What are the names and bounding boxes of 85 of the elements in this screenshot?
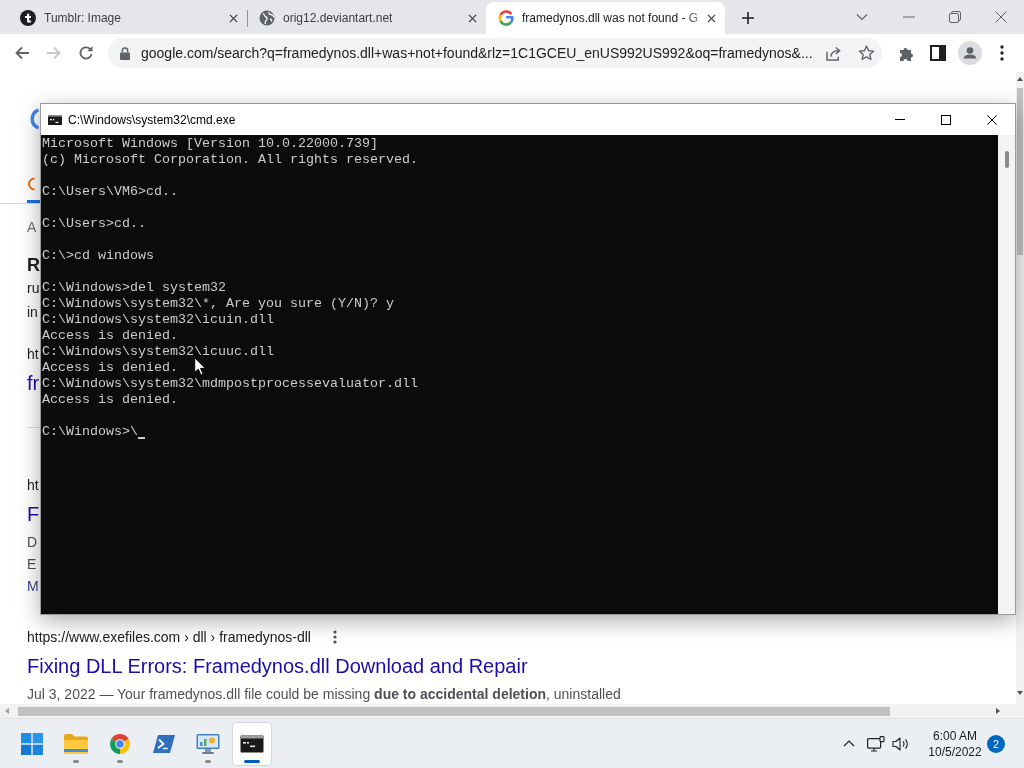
arc-icon — [27, 177, 35, 191]
console-line: Access is denied. — [42, 392, 178, 408]
lock-icon — [120, 46, 130, 60]
result-url: ht — [27, 476, 39, 495]
scrollbar-thumb[interactable] — [18, 706, 890, 716]
start-icon — [21, 732, 43, 755]
console-icon — [240, 734, 264, 753]
console-line: C:\Windows\system32\mdmpostprocessevaluator.dll — [42, 376, 418, 392]
result-title-link[interactable]: fr — [27, 370, 40, 396]
scrollbar[interactable] — [1016, 72, 1024, 704]
result-url: ht — [27, 345, 39, 364]
plus-icon — [741, 11, 755, 25]
star-icon — [857, 45, 875, 61]
more-icon[interactable] — [333, 630, 337, 644]
scrollbar-thumb[interactable] — [1004, 151, 1009, 168]
result-url: https://www.exefiles.com › dll › framedynos-dll — [27, 628, 311, 647]
avatar-icon — [958, 41, 982, 65]
arrow-right-icon[interactable] — [995, 707, 1001, 715]
browser-tab[interactable]: Tumblr: Image — [8, 2, 247, 34]
result-link[interactable]: M — [27, 575, 39, 597]
console-line: C:\Users>cd.. — [42, 216, 146, 232]
close-icon — [467, 13, 477, 23]
console-line: C:\Windows\system32\icuuc.dll — [42, 344, 274, 360]
result-stats: A — [27, 218, 37, 236]
close-icon — [995, 11, 1007, 23]
console-line: C:\Users\VM6>cd.. — [42, 184, 178, 200]
window-title: C:\Windows\system32\cmd.exe — [68, 112, 236, 127]
browser-icon — [109, 732, 131, 755]
related-item[interactable]: ru — [27, 276, 40, 300]
address-bar[interactable]: google.com/search?q=framedynos.dll+was+not+found&rlz=1C1GCEU_enUS992US992&oq=framedynos&... — [108, 38, 882, 68]
site-icon — [20, 10, 36, 26]
minimize-icon — [895, 119, 905, 120]
notification-badge[interactable]: 2 — [987, 734, 1005, 753]
result-snippet: D — [27, 533, 38, 552]
result-snippet: Jul 3, 2022 — Your framedynos.dll file could be missing due to accidental deletion, uninstalled — [27, 685, 621, 704]
maximize-icon — [941, 114, 951, 125]
chevron-up-icon — [843, 740, 855, 747]
text-cursor — [138, 437, 145, 439]
arrow-down-icon[interactable] — [1016, 690, 1024, 696]
console-line: C:\>cd windows — [42, 248, 154, 264]
taskbar-button[interactable] — [232, 721, 272, 766]
reload-icon — [78, 45, 94, 61]
console-line: Access is denied. — [42, 328, 178, 344]
clock-date[interactable]: 10/5/2022 — [928, 743, 982, 760]
share-icon — [825, 45, 843, 61]
console-line: C:\Windows\system32\icuin.dll — [42, 312, 274, 328]
minimize-icon — [903, 16, 915, 18]
arrow-up-icon[interactable] — [1016, 76, 1024, 82]
back-icon — [14, 45, 30, 61]
section-heading: R — [27, 254, 40, 276]
related-item[interactable]: in — [27, 300, 38, 324]
console-line: C:\Windows>del system32 — [42, 280, 226, 296]
network-icon[interactable] — [867, 735, 885, 752]
menu-icon — [1000, 45, 1004, 61]
close-icon — [228, 13, 238, 23]
folder-icon — [64, 733, 88, 754]
forward-icon — [46, 45, 62, 61]
result-title-link[interactable]: F — [27, 501, 40, 527]
result-title-link[interactable]: Fixing DLL Errors: Framedynos.dll Download and Repair — [27, 653, 528, 679]
scrollbar-thumb[interactable] — [1017, 88, 1023, 255]
restore-icon — [949, 11, 961, 23]
chevron-down-icon — [856, 13, 868, 21]
console-line: C:\Windows>\ — [42, 424, 138, 440]
browser-tab[interactable]: framedynos.dll was not found - G — [486, 2, 725, 34]
browser-tab[interactable]: orig12.deviantart.net — [247, 2, 486, 34]
volume-icon[interactable] — [892, 735, 910, 752]
panel-icon — [196, 732, 220, 755]
console-line: Access is denied. — [42, 360, 178, 376]
clock-time[interactable]: 6:00 AM — [933, 727, 977, 744]
g-logo-icon — [498, 10, 514, 26]
prompt-icon — [153, 734, 175, 753]
console-line: Microsoft Windows [Version 10.0.22000.739] — [42, 136, 378, 152]
profile-button[interactable] — [956, 39, 984, 67]
globe-icon — [259, 10, 275, 26]
puzzle-icon — [898, 45, 914, 61]
console-line: (c) Microsoft Corporation. All rights reserved. — [42, 152, 418, 168]
scrollbar[interactable] — [0, 704, 1024, 718]
close-icon — [987, 114, 997, 125]
console-line: C:\Windows\system32\*, Are you sure (Y/N)? y — [42, 296, 394, 312]
scrollbar[interactable] — [998, 135, 1015, 614]
result-snippet: E — [27, 555, 37, 574]
close-icon — [706, 13, 716, 23]
console-icon — [48, 114, 62, 125]
mouse-pointer-icon — [194, 357, 206, 376]
sidebar-icon — [930, 45, 946, 61]
